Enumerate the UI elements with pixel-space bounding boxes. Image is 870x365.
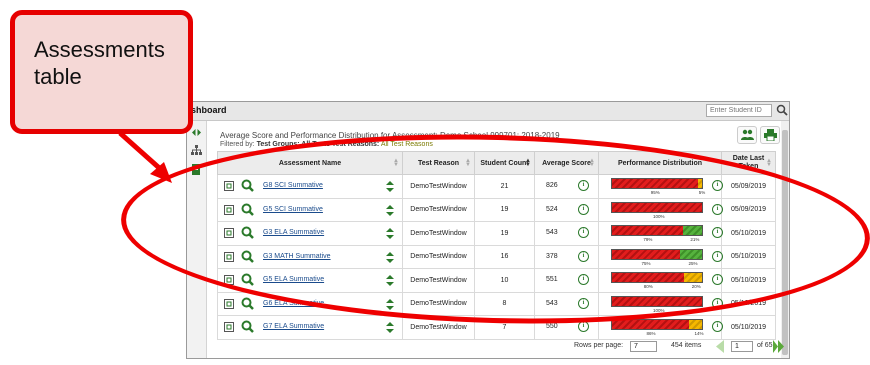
callout-text: Assessments table bbox=[34, 37, 165, 89]
annotation-callout: Assessments table bbox=[10, 10, 193, 134]
